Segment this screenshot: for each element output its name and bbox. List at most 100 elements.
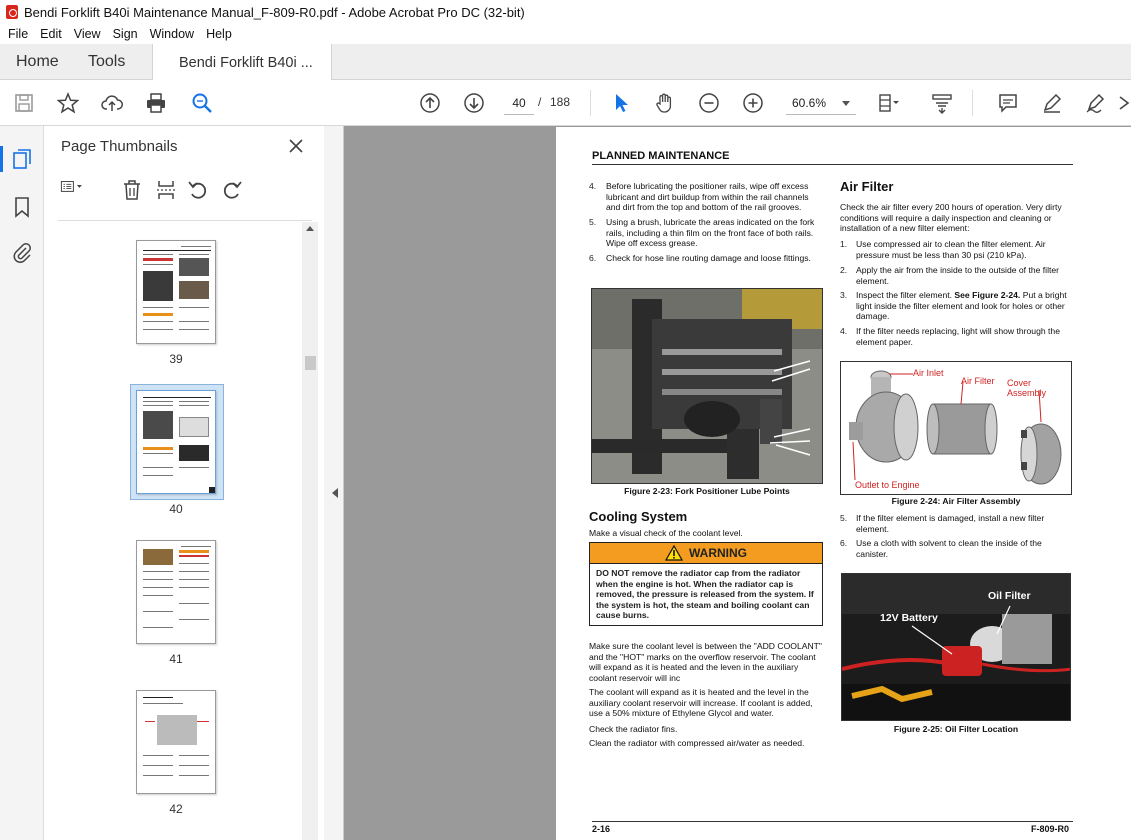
figure-2-24-caption: Figure 2-24: Air Filter Assembly <box>891 496 1021 506</box>
toolbar: 40 / 188 60.6% <box>0 80 1131 126</box>
page-header: PLANNED MAINTENANCE <box>592 150 730 162</box>
zoom-level-dropdown[interactable]: 60.6% <box>786 91 856 115</box>
list-item: If the filter element is damaged, instal… <box>856 513 1045 534</box>
menu-view[interactable]: View <box>74 27 101 41</box>
thumbnail-label: 40 <box>169 502 183 516</box>
list-item: Check for hose line routing damage and l… <box>606 253 811 263</box>
collapse-arrow-icon[interactable] <box>332 488 338 498</box>
list-number: 3. <box>840 290 848 300</box>
rotate-counterclockwise-icon[interactable] <box>186 178 210 202</box>
scroll-up-arrow-icon[interactable] <box>306 226 314 231</box>
list-item: Use compressed air to clean the filter e… <box>856 239 1046 260</box>
page-fit-icon[interactable] <box>876 91 900 115</box>
figure-2-25-caption: Figure 2-25: Oil Filter Location <box>893 724 1019 734</box>
toolbar-divider <box>590 90 591 116</box>
bookmark-icon[interactable] <box>11 196 33 218</box>
select-cursor-icon[interactable] <box>609 91 633 115</box>
thumbnail-label: 42 <box>169 802 183 816</box>
attachment-icon[interactable] <box>11 242 33 264</box>
total-pages: 188 <box>550 95 571 109</box>
cooling-paragraph: The coolant will expand as it is heated … <box>589 687 813 719</box>
list-item: Apply the air from the inside to the out… <box>856 265 1060 286</box>
label-outlet-to-engine: Outlet to Engine <box>855 480 920 490</box>
figure-2-23-caption: Figure 2-23: Fork Positioner Lube Points <box>624 486 790 496</box>
fork-positioner-photo <box>591 288 823 484</box>
save-icon[interactable] <box>12 91 36 115</box>
left-navigation-rail <box>0 126 44 840</box>
close-icon[interactable] <box>288 138 304 154</box>
page-thumbnails-panel: Page Thumbnails 39 40 41 42 <box>44 126 324 840</box>
panel-title: Page Thumbnails <box>61 138 178 155</box>
delete-page-icon[interactable] <box>120 178 144 202</box>
title-bar: Bendi Forklift B40i Maintenance Manual_F… <box>0 0 1131 24</box>
thumbnail-page-39[interactable] <box>136 240 216 344</box>
list-number: 1. <box>840 239 848 249</box>
label-cover-assembly: Cover Assembly <box>1007 378 1047 398</box>
thumbnail-page-41[interactable] <box>136 540 216 644</box>
chevron-down-icon <box>842 101 850 106</box>
scroll-mode-icon[interactable] <box>930 91 954 115</box>
cooling-paragraph: Clean the radiator with compressed air/w… <box>589 738 805 748</box>
thumbnails-scrollbar[interactable] <box>302 222 318 840</box>
print-icon[interactable] <box>144 91 168 115</box>
tab-tools[interactable]: Tools <box>88 44 125 80</box>
page-footer-number: 2-16 <box>592 824 611 834</box>
page-footer-doc-id: F-809-R0 <box>1031 824 1070 834</box>
figure-reference[interactable]: See Figure 2-24. <box>954 290 1020 300</box>
list-number: 6. <box>840 538 848 548</box>
label-air-filter: Air Filter <box>961 376 995 386</box>
thumbnail-page-40[interactable] <box>136 390 216 494</box>
star-icon[interactable] <box>56 91 80 115</box>
previous-page-icon[interactable] <box>418 91 442 115</box>
scrollbar-thumb[interactable] <box>305 356 316 370</box>
warning-header: WARNING <box>589 542 823 564</box>
air-filter-diagram: Air Inlet Air Filter Cover Assembly Outl… <box>840 361 1072 495</box>
warning-text: DO NOT remove the radiator cap from the … <box>589 564 823 626</box>
menu-help[interactable]: Help <box>206 27 232 41</box>
menu-edit[interactable]: Edit <box>40 27 62 41</box>
menu-file[interactable]: File <box>8 27 28 41</box>
zoom-out-icon[interactable] <box>697 91 721 115</box>
tab-home[interactable]: Home <box>16 44 59 80</box>
list-item-text: Inspect the filter element. <box>856 290 955 300</box>
thumbnail-page-42[interactable] <box>136 690 216 794</box>
label-12v-battery: 12V Battery <box>880 612 938 624</box>
header-rule <box>592 164 1073 165</box>
options-menu-icon[interactable] <box>60 178 84 202</box>
panel-divider <box>58 220 312 221</box>
list-item: Using a brush, lubricate the areas indic… <box>606 217 815 249</box>
menu-window[interactable]: Window <box>150 27 194 41</box>
zoom-in-icon[interactable] <box>741 91 765 115</box>
list-number: 4. <box>840 326 848 336</box>
list-item: Before lubricating the positioner rails,… <box>606 181 809 213</box>
comment-icon[interactable] <box>996 91 1020 115</box>
tab-document[interactable]: Bendi Forklift B40i ... <box>152 44 332 81</box>
thumbnail-label: 39 <box>169 352 183 366</box>
active-indicator <box>0 146 3 172</box>
list-item: If the filter needs replacing, light wil… <box>856 326 1060 347</box>
search-icon[interactable] <box>190 91 214 115</box>
page-thumbnails-icon[interactable] <box>11 148 33 170</box>
cooling-paragraph: Check the radiator fins. <box>589 724 678 734</box>
menu-sign[interactable]: Sign <box>113 27 138 41</box>
list-number: 2. <box>840 265 848 275</box>
toolbar-divider <box>972 90 973 116</box>
zoom-level-value: 60.6% <box>792 96 827 110</box>
panel-collapse-handle[interactable] <box>324 126 344 840</box>
footer-rule <box>592 821 1073 822</box>
list-number: 4. <box>589 181 597 191</box>
next-page-icon[interactable] <box>462 91 486 115</box>
list-number: 6. <box>589 253 597 263</box>
sign-pen-icon[interactable] <box>1084 91 1108 115</box>
insert-page-icon[interactable] <box>154 178 178 202</box>
list-number: 5. <box>840 513 848 523</box>
rotate-clockwise-icon[interactable] <box>220 178 244 202</box>
hand-tool-icon[interactable] <box>653 91 677 115</box>
label-oil-filter: Oil Filter <box>988 590 1031 602</box>
more-tools-icon[interactable] <box>1118 91 1131 115</box>
upload-cloud-icon[interactable] <box>100 91 124 115</box>
highlight-pen-icon[interactable] <box>1040 91 1064 115</box>
air-filter-heading: Air Filter <box>840 179 894 194</box>
pdf-page: PLANNED MAINTENANCE 4. Before lubricatin… <box>556 127 1131 840</box>
page-number-input[interactable]: 40 <box>504 91 534 115</box>
